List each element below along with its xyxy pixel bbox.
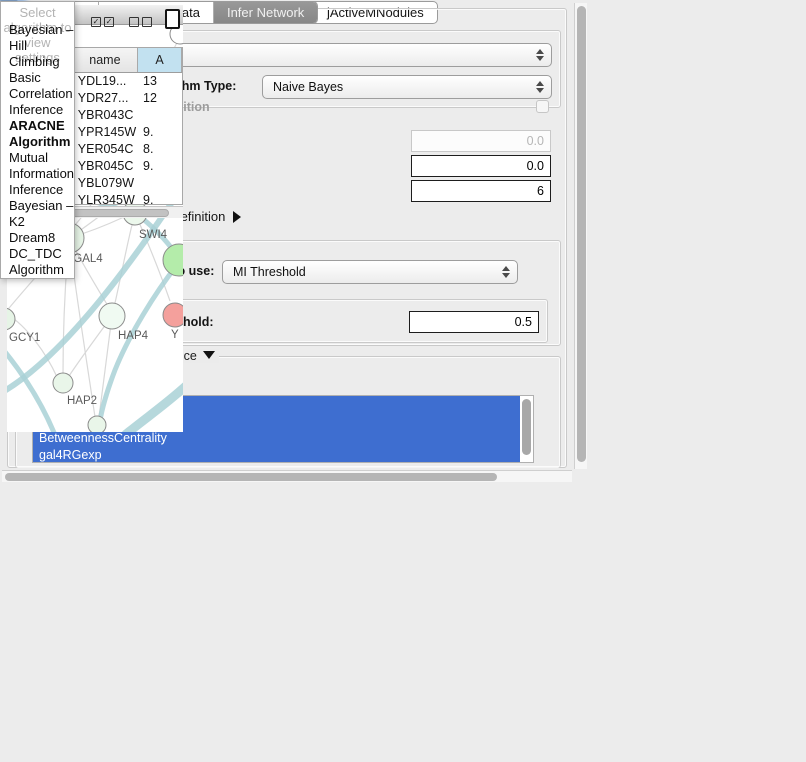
kernel-width-field[interactable]	[411, 130, 551, 152]
network-node[interactable]	[163, 244, 183, 276]
settings-vertical-scrollbar[interactable]	[574, 3, 587, 469]
scrollbar-thumb[interactable]	[5, 473, 497, 481]
data-attribute-item[interactable]: BetweennessCentrality	[33, 430, 520, 447]
stepper-arrows-icon	[536, 49, 544, 61]
expanded-arrow-icon	[203, 351, 215, 359]
table-cell[interactable]	[138, 107, 182, 124]
network-node-gcy1[interactable]	[7, 308, 15, 330]
algorithm-option[interactable]: Basic Correlation Inference	[1, 70, 74, 118]
network-node-hap4[interactable]	[99, 303, 125, 329]
which-threshold-value: MI Threshold	[233, 265, 306, 279]
network-edge-highlighted[interactable]	[125, 385, 183, 432]
network-node-label: GCY1	[9, 332, 40, 344]
table-cell[interactable]: 9.	[138, 124, 182, 141]
collapsed-arrow-icon	[233, 211, 241, 223]
mi-steps-field[interactable]	[411, 180, 551, 202]
network-node-label: HAP2	[67, 395, 97, 407]
algorithm-option[interactable]: Mutual Information Inference	[1, 150, 74, 198]
table-cell[interactable]: YDL19...	[73, 73, 138, 90]
table-cell[interactable]: 8.	[138, 141, 182, 158]
deselect-all-checkboxes-icon[interactable]	[129, 17, 152, 27]
scrollbar-thumb[interactable]	[522, 399, 531, 455]
network-node-label: HAP4	[118, 330, 149, 342]
network-node-label: GAL4	[73, 253, 103, 265]
algorithm-option[interactable]: ARACNE Algorithm	[1, 118, 74, 150]
network-node-label: SWI4	[139, 229, 168, 241]
control-panel-window: Control Panel ✖ NetworkStyleSelectCyni T…	[0, 0, 1, 2]
table-cell[interactable]: 13	[138, 73, 182, 90]
column-header[interactable]: name	[73, 48, 138, 72]
algorithm-dropdown-popup: Select algorithm to view settings Bayesi…	[0, 1, 75, 279]
table-cell[interactable]: YBR045C	[73, 158, 138, 175]
algorithm-popup-prompt: Select algorithm to view settings	[1, 2, 74, 22]
manual-kernel-width-checkbox[interactable]	[536, 100, 549, 113]
scrollbar-thumb[interactable]	[577, 6, 586, 462]
algorithm-popup-list: Bayesian – Hill ClimbingBasic Correlatio…	[1, 22, 74, 278]
tab-infer-network[interactable]: Infer Network	[213, 2, 317, 23]
table-cell[interactable]: 9.	[138, 192, 182, 205]
mi-threshold-field[interactable]	[409, 311, 539, 333]
attributes-scrollbar[interactable]	[522, 399, 531, 461]
mi-algorithm-type-value: Naive Bayes	[273, 80, 343, 94]
table-cell[interactable]: YER054C	[73, 141, 138, 158]
algorithm-option[interactable]: Bayesian – K2	[1, 198, 74, 230]
stepper-arrows-icon	[536, 81, 544, 93]
table-cell[interactable]	[138, 175, 182, 192]
dpi-tolerance-field[interactable]	[411, 155, 551, 177]
table-cell[interactable]: 12	[138, 90, 182, 107]
table-cell[interactable]: YPR145W	[73, 124, 138, 141]
select-all-checkboxes-icon[interactable]: ✓✓	[91, 17, 114, 27]
network-node-label: Y	[171, 329, 179, 341]
table-cell[interactable]: YBR043C	[73, 107, 138, 124]
network-node-y[interactable]	[163, 303, 183, 327]
new-table-icon[interactable]	[165, 9, 180, 29]
column-header[interactable]: A	[138, 48, 182, 72]
table-cell[interactable]: YLR345W	[73, 192, 138, 205]
network-node-hap2[interactable]	[53, 373, 73, 393]
mi-algorithm-type-combobox[interactable]: Naive Bayes	[262, 75, 552, 99]
stepper-arrows-icon	[502, 266, 510, 278]
data-attribute-item[interactable]: gal4RGexp	[33, 447, 520, 463]
algorithm-option[interactable]: Dream8 DC_TDC Algorithm	[1, 230, 74, 278]
which-threshold-combobox[interactable]: MI Threshold	[222, 260, 518, 284]
table-cell[interactable]: YDR27...	[73, 90, 138, 107]
table-cell[interactable]: YBL079W	[73, 175, 138, 192]
settings-horizontal-scrollbar[interactable]	[2, 470, 572, 482]
table-cell[interactable]: 9.	[138, 158, 182, 175]
network-node[interactable]	[88, 416, 106, 432]
